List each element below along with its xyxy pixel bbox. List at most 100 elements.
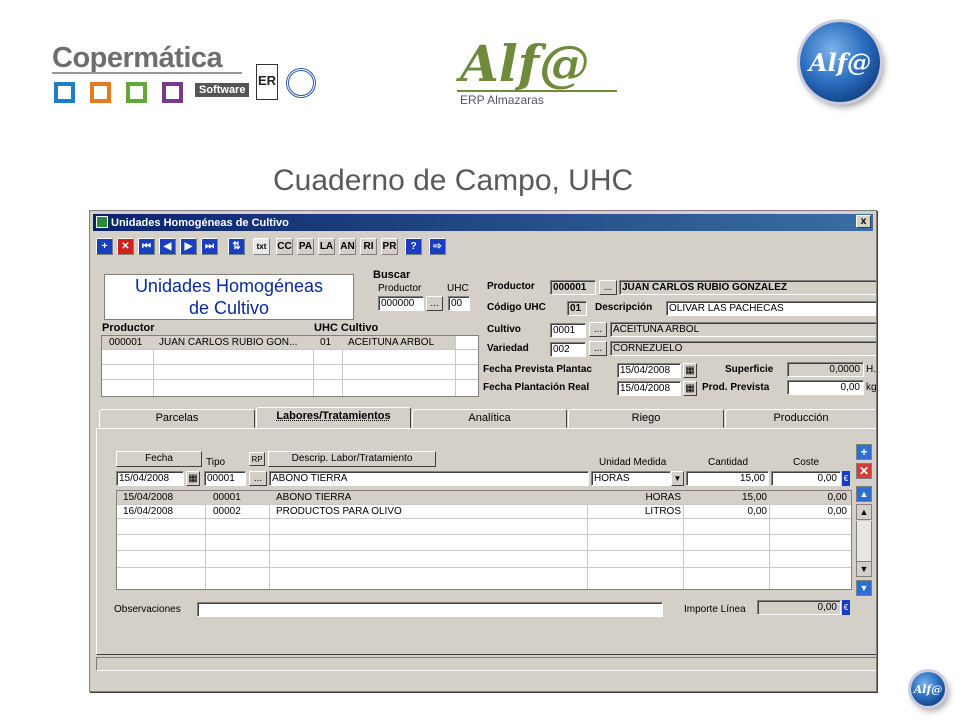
exit-icon[interactable]: ⇨ — [429, 238, 446, 255]
cell-fecha: 15/04/2008 — [123, 492, 174, 503]
cultivo-browse-button[interactable]: ... — [589, 322, 607, 337]
variedad-browse-button[interactable]: ... — [589, 341, 607, 356]
delete-icon[interactable]: ✕ — [117, 238, 134, 255]
add-icon[interactable]: + — [96, 238, 113, 255]
labores-grid[interactable]: 15/04/2008 00001 ABONO TIERRA HORAS 15,0… — [116, 490, 852, 590]
variedad-label: Variedad — [487, 343, 529, 354]
unidad-dropdown-icon[interactable]: ▼ — [671, 471, 684, 486]
grid-col-productor: Productor — [102, 322, 155, 334]
scroll-up-icon[interactable]: ▲ — [856, 504, 872, 520]
logo-underline — [52, 72, 242, 74]
cell-tipo: 00002 — [213, 506, 241, 517]
help-icon[interactable]: ? — [405, 238, 422, 255]
prev-icon[interactable]: ◀ — [159, 238, 176, 255]
buscar-productor-browse-button[interactable]: ... — [426, 296, 443, 311]
tab-panel: Fecha Tipo RP Descrip. Labor/Tratamiento… — [96, 428, 876, 655]
an-icon[interactable]: AN — [339, 238, 356, 255]
codigo-uhc-field[interactable]: 01 — [567, 301, 587, 316]
erp-underline — [457, 90, 617, 92]
productor-code-field[interactable]: 000001 — [550, 280, 596, 295]
table-row[interactable]: 16/04/2008 00002 PRODUCTOS PARA OLIVO LI… — [117, 505, 851, 518]
tab-labores-tratamientos[interactable]: Labores/Tratamientos — [256, 407, 411, 429]
uhc-list-grid[interactable]: 000001 JUAN CARLOS RUBIO GON... 01 ACEIT… — [101, 335, 479, 397]
edit-descrip-input[interactable]: ABONO TIERRA — [269, 471, 589, 486]
add-line-icon[interactable]: + — [856, 444, 872, 460]
scroll-bottom-icon[interactable]: ▼ — [856, 580, 872, 596]
edit-tipo-input[interactable]: 00001 — [204, 471, 246, 486]
window-title: Unidades Homogéneas de Cultivo — [111, 216, 289, 229]
fecha-column-button[interactable]: Fecha — [116, 451, 202, 467]
cc-icon[interactable]: CC — [276, 238, 293, 255]
cell-coste: 0,00 — [827, 492, 847, 503]
tab-producción[interactable]: Producción — [725, 409, 876, 428]
edit-unidad-select[interactable]: HORAS — [591, 471, 671, 486]
productor-browse-button[interactable]: ... — [599, 280, 617, 295]
logo-square-blue — [54, 82, 75, 103]
edit-fecha-calendar-icon[interactable]: ▦ — [186, 471, 200, 486]
grid-col-uhc-cultivo: UHC Cultivo — [314, 322, 379, 334]
buscar-uhc-input[interactable]: 00 — [448, 296, 470, 311]
row-productor-name: JUAN CARLOS RUBIO GON... — [159, 337, 298, 348]
page-title: Cuaderno de Campo, UHC — [273, 164, 634, 197]
cultivo-code-field[interactable]: 0001 — [550, 323, 586, 338]
edit-tipo-browse-button[interactable]: ... — [249, 471, 267, 486]
fecha-real-field[interactable]: 15/04/2008 — [617, 381, 681, 396]
descrip-column-button[interactable]: Descrip. Labor/Tratamiento — [268, 451, 436, 467]
superficie-field: 0,0000 — [787, 362, 864, 377]
cultivo-name-field: ACEITUNA ARBOL — [610, 322, 876, 337]
variedad-code-field[interactable]: 002 — [550, 342, 586, 357]
uhc-heading-box: Unidades Homogéneas de Cultivo — [104, 274, 354, 320]
tab-parcelas[interactable]: Parcelas — [99, 409, 255, 428]
cell-fecha: 16/04/2008 — [123, 506, 174, 517]
scroll-top-icon[interactable]: ▲ — [856, 486, 872, 502]
coste-label: Coste — [793, 457, 820, 468]
fecha-real-calendar-icon[interactable]: ▦ — [683, 381, 697, 396]
edit-fecha-input[interactable]: 15/04/2008 — [116, 471, 184, 486]
fecha-prevista-field[interactable]: 15/04/2008 — [617, 363, 681, 378]
cell-descrip: ABONO TIERRA — [276, 492, 352, 503]
next-icon[interactable]: ▶ — [180, 238, 197, 255]
table-row[interactable]: 000001 JUAN CARLOS RUBIO GON... 01 ACEIT… — [102, 336, 455, 349]
software-label: Software — [195, 83, 250, 97]
alfa-globe-logo: Alf@ — [800, 22, 880, 102]
alfa-erp-logo: Alf@ — [460, 34, 590, 93]
window-close-button[interactable]: x — [856, 215, 871, 228]
table-row[interactable]: 15/04/2008 00001 ABONO TIERRA HORAS 15,0… — [117, 491, 851, 504]
er-cert-badge: ER — [256, 64, 278, 100]
descripcion-field[interactable]: OLIVAR LAS PACHECAS — [666, 301, 876, 316]
app-icon — [96, 216, 108, 228]
pr-icon[interactable]: PR — [381, 238, 398, 255]
cantidad-label: Cantidad — [708, 457, 749, 468]
first-icon[interactable]: ⏮ — [138, 238, 155, 255]
txt-icon[interactable]: txt — [253, 238, 270, 255]
refresh-icon[interactable]: ⇅ — [228, 238, 245, 255]
buscar-productor-input[interactable]: 000000 — [378, 296, 424, 311]
scroll-down-icon[interactable]: ▼ — [856, 561, 872, 577]
buscar-label: Buscar — [373, 269, 411, 281]
cell-descrip: PRODUCTOS PARA OLIVO — [276, 506, 402, 517]
buscar-productor-label: Productor — [378, 283, 422, 294]
cell-cantidad: 0,00 — [747, 506, 767, 517]
prod-prevista-label: Prod. Prevista — [702, 382, 770, 393]
delete-line-icon[interactable]: ✕ — [856, 463, 872, 479]
edit-cantidad-input[interactable]: 15,00 — [686, 471, 769, 486]
unidad-medida-label: Unidad Medida — [599, 457, 667, 468]
prod-prevista-field[interactable]: 0,00 — [787, 380, 864, 395]
scrollbar-track[interactable] — [856, 521, 872, 561]
alfa-corner-logo: Alf@ — [911, 672, 945, 706]
last-icon[interactable]: ⏭ — [201, 238, 218, 255]
window-titlebar: Unidades Homogéneas de Cultivo x — [93, 214, 873, 231]
status-bar — [96, 657, 876, 671]
tab-riego[interactable]: Riego — [568, 409, 724, 428]
pa-icon[interactable]: PA — [297, 238, 314, 255]
observaciones-input[interactable] — [197, 602, 663, 617]
ri-icon[interactable]: RI — [360, 238, 377, 255]
la-icon[interactable]: LA — [318, 238, 335, 255]
edit-coste-input[interactable]: 0,00 — [771, 471, 841, 486]
logo-square-orange — [90, 82, 111, 103]
buscar-uhc-label: UHC — [447, 283, 469, 294]
tab-analítica[interactable]: Analítica — [412, 409, 567, 428]
rp-button[interactable]: RP — [249, 452, 265, 466]
fecha-prevista-calendar-icon[interactable]: ▦ — [683, 363, 697, 378]
productor-name-field: JUAN CARLOS RUBIO GONZALEZ — [619, 280, 876, 295]
